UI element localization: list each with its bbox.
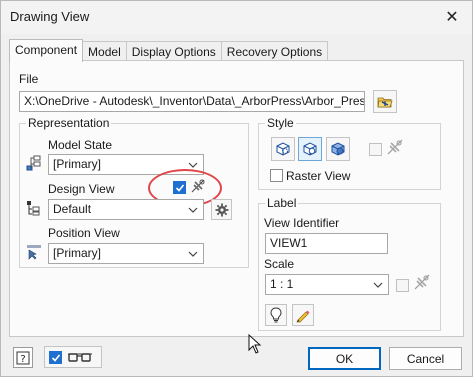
tab-component[interactable]: Component bbox=[9, 39, 84, 62]
help-icon: ? bbox=[16, 351, 30, 365]
scale-value: 1 : 1 bbox=[270, 277, 294, 291]
tab-recovery-options[interactable]: Recovery Options bbox=[220, 41, 329, 62]
svg-text:?: ? bbox=[20, 354, 25, 365]
hidden-line-removed-icon bbox=[303, 142, 317, 156]
tab-display-options[interactable]: Display Options bbox=[125, 41, 222, 62]
checkmark-icon bbox=[51, 353, 61, 362]
drawing-view-dialog: Drawing View ✕ Component Model Display O… bbox=[0, 0, 473, 377]
file-label: File bbox=[19, 72, 39, 86]
preview-checkbox[interactable] bbox=[49, 350, 62, 364]
associative-link-icon bbox=[387, 139, 403, 155]
folder-open-icon bbox=[377, 97, 393, 107]
help-button[interactable]: ? bbox=[13, 347, 33, 368]
glasses-icon bbox=[68, 353, 92, 362]
design-view-label: Design View bbox=[48, 182, 115, 196]
design-view-select[interactable]: Default bbox=[48, 199, 204, 220]
design-view-settings-button[interactable] bbox=[211, 199, 232, 220]
model-state-label: Model State bbox=[48, 138, 113, 152]
lightbulb-icon bbox=[270, 307, 282, 323]
window-title: Drawing View bbox=[10, 9, 90, 24]
style-title: Style bbox=[265, 116, 296, 130]
position-view-label: Position View bbox=[48, 226, 120, 240]
position-view-value: [Primary] bbox=[53, 246, 101, 260]
style-from-base-checkbox[interactable] bbox=[369, 143, 382, 156]
close-button[interactable]: ✕ bbox=[436, 3, 468, 31]
chevron-down-icon bbox=[188, 207, 198, 213]
scale-from-base-checkbox[interactable] bbox=[396, 279, 409, 292]
browse-button[interactable] bbox=[373, 90, 397, 113]
gear-icon bbox=[215, 203, 228, 216]
edit-view-label-button[interactable] bbox=[292, 304, 314, 326]
model-state-icon bbox=[26, 155, 41, 171]
chevron-down-icon bbox=[373, 282, 383, 288]
associative-link-icon bbox=[414, 274, 430, 290]
view-identifier-label: View Identifier bbox=[264, 216, 340, 230]
scale-label: Scale bbox=[264, 257, 295, 271]
raster-view-checkbox[interactable] bbox=[270, 169, 283, 182]
design-view-value: Default bbox=[53, 202, 92, 216]
shaded-button[interactable] bbox=[326, 137, 350, 161]
hidden-line-button[interactable] bbox=[271, 137, 295, 161]
hidden-line-removed-button[interactable] bbox=[298, 137, 322, 161]
position-view-icon bbox=[27, 245, 41, 260]
representation-title: Representation bbox=[26, 116, 112, 130]
view-identifier-field[interactable]: VIEW1 bbox=[265, 233, 388, 254]
design-view-icon bbox=[27, 201, 40, 216]
preview-toggle[interactable] bbox=[44, 346, 102, 368]
mouse-cursor-icon bbox=[248, 334, 262, 354]
raster-view-label: Raster View bbox=[286, 169, 351, 183]
model-state-value: [Primary] bbox=[53, 157, 101, 171]
toggle-label-visibility-button[interactable] bbox=[265, 304, 287, 326]
tab-strip: Component Model Display Options Recovery… bbox=[9, 39, 329, 62]
chevron-down-icon bbox=[188, 251, 198, 257]
tab-model[interactable]: Model bbox=[82, 41, 127, 62]
label-title: Label bbox=[265, 196, 299, 210]
scale-select[interactable]: 1 : 1 bbox=[265, 274, 389, 295]
cancel-button[interactable]: Cancel bbox=[389, 347, 462, 370]
ok-button[interactable]: OK bbox=[308, 347, 381, 370]
title-bar: Drawing View ✕ bbox=[1, 1, 472, 34]
pencil-icon bbox=[296, 310, 310, 323]
hidden-line-icon bbox=[276, 142, 290, 156]
shaded-icon bbox=[331, 142, 345, 156]
file-path-field[interactable]: X:\OneDrive - Autodesk\_Inventor\Data\_A… bbox=[19, 91, 365, 112]
position-view-select[interactable]: [Primary] bbox=[48, 243, 204, 264]
